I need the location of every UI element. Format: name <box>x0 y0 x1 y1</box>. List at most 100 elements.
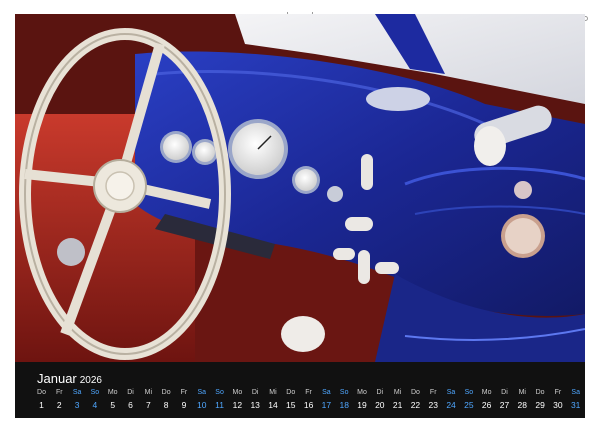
weekday-label: Fr <box>429 389 437 396</box>
day-number: 10 <box>197 400 207 410</box>
day-number: 31 <box>570 400 581 410</box>
weekday-label: Mi <box>518 389 526 396</box>
weekday-label: Do <box>286 389 296 396</box>
calendar-day: Mo 19 <box>354 388 371 411</box>
weekday-label: Fr <box>55 389 63 396</box>
calendar-day: Fr 2 <box>51 388 68 411</box>
day-number: 30 <box>553 400 563 410</box>
day-number: 19 <box>357 400 367 410</box>
day-number: 9 <box>181 400 187 410</box>
calendar-day: Do 1 <box>33 388 50 411</box>
day-number: 28 <box>517 400 527 410</box>
day-number: 1 <box>39 400 44 410</box>
calendar-day: Mi 7 <box>140 388 157 411</box>
weekday-label: Sa <box>571 389 580 396</box>
day-number: 23 <box>428 400 438 410</box>
weekday-label: Di <box>127 389 134 396</box>
calendar-day: Fr 23 <box>425 388 442 411</box>
calendar-day: Mo 12 <box>229 388 246 411</box>
weekday-label: Mo <box>232 389 243 396</box>
weekday-label: Di <box>251 389 259 396</box>
calendar-day: Sa 10 <box>193 388 210 411</box>
day-number: 27 <box>499 400 510 410</box>
day-number: 7 <box>145 400 151 410</box>
day-number: 13 <box>250 400 260 410</box>
day-number: 2 <box>56 400 62 410</box>
weekday-label: Sa <box>197 389 207 396</box>
weekday-label: Fr <box>305 389 312 396</box>
weekday-label: Do <box>535 389 545 396</box>
calendar-day: Sa 31 <box>567 388 584 411</box>
weekday-label: Fr <box>554 389 562 396</box>
day-number: 6 <box>128 400 133 410</box>
month-name: Januar <box>37 371 77 386</box>
weekday-label: Mi <box>269 389 277 396</box>
calendar-day: Di 27 <box>496 388 513 411</box>
calendar-day: Do 8 <box>158 388 175 411</box>
day-number: 15 <box>286 400 296 410</box>
calendar-day: Sa 24 <box>443 388 460 411</box>
calendar-day: Di 20 <box>371 388 388 411</box>
weekday-label: So <box>90 389 100 396</box>
calendar-photo <box>15 14 585 362</box>
weekday-label: Sa <box>446 389 456 396</box>
day-number: 26 <box>481 400 492 410</box>
calendar-day: Mo 26 <box>478 388 495 411</box>
weekday-label: Do <box>410 389 420 396</box>
month-title: Januar 2026 <box>37 371 102 386</box>
vintage-car-dashboard-image <box>15 14 585 362</box>
weekday-label: Do <box>37 389 46 396</box>
calendar-day: So 25 <box>460 388 477 411</box>
calendar-day: Mo 5 <box>104 388 121 411</box>
weekday-label: So <box>339 389 349 396</box>
calendar-day: Mi 28 <box>514 388 531 411</box>
weekday-label: Mo <box>357 389 367 396</box>
day-number: 16 <box>303 400 314 410</box>
calendar-day: Mi 21 <box>389 388 406 411</box>
calendar-day: Sa 17 <box>318 388 335 411</box>
day-number: 11 <box>215 400 224 410</box>
calendar-day: Do 15 <box>282 388 299 411</box>
day-number: 24 <box>446 400 456 410</box>
day-number: 25 <box>464 400 474 410</box>
calendar-day: So 11 <box>211 388 228 411</box>
day-number: 3 <box>74 400 80 410</box>
day-number: 8 <box>163 400 169 410</box>
calendar-day: So 18 <box>336 388 353 411</box>
calendar-day: Do 22 <box>407 388 424 411</box>
calendar-day: Di 6 <box>122 388 139 411</box>
weekday-label: Mi <box>144 389 153 396</box>
calendar-day: Fr 30 <box>549 388 566 411</box>
calendar-day: Di 13 <box>247 388 264 411</box>
day-number: 14 <box>268 400 278 410</box>
day-number: 20 <box>375 400 385 410</box>
day-number: 29 <box>535 400 545 410</box>
day-number: 4 <box>92 400 98 410</box>
day-grid: Do 1 Fr 2 Sa 3 So 4 Mo 5 Di 6 Mi 7 Do 8 Fr 9 Sa 10 So 11 Mo 12 D… <box>33 388 585 416</box>
day-number: 17 <box>321 400 332 410</box>
calendar-day: Do 29 <box>532 388 549 411</box>
weekday-label: So <box>215 389 224 396</box>
weekday-label: Mi <box>393 389 402 396</box>
calendar-day: Fr 16 <box>300 388 317 411</box>
weekday-label: Sa <box>72 389 82 396</box>
weekday-label: Mo <box>107 389 118 396</box>
weekday-label: So <box>464 389 474 396</box>
day-number: 18 <box>339 400 349 410</box>
calendar-strip: Januar 2026 Do 1 Fr 2 Sa 3 So 4 Mo 5 Di 6 Mi 7 Do 8 Fr 9 Sa… <box>15 362 585 418</box>
day-number: 5 <box>110 400 116 410</box>
calendar-day: Sa 3 <box>69 388 86 411</box>
day-number: 21 <box>392 400 403 410</box>
calendar-day: Mi 14 <box>264 388 281 411</box>
weekday-label: Do <box>161 389 171 396</box>
month-year: 2026 <box>79 375 102 386</box>
weekday-label: Mo <box>481 389 492 396</box>
day-number: 22 <box>410 400 421 410</box>
weekday-label: Di <box>376 389 384 396</box>
calendar-day: So 4 <box>86 388 103 411</box>
day-number: 12 <box>232 400 243 410</box>
weekday-label: Di <box>501 389 508 396</box>
weekday-label: Sa <box>322 389 331 396</box>
weekday-label: Fr <box>180 389 188 396</box>
calendar-day: Fr 9 <box>175 388 192 411</box>
